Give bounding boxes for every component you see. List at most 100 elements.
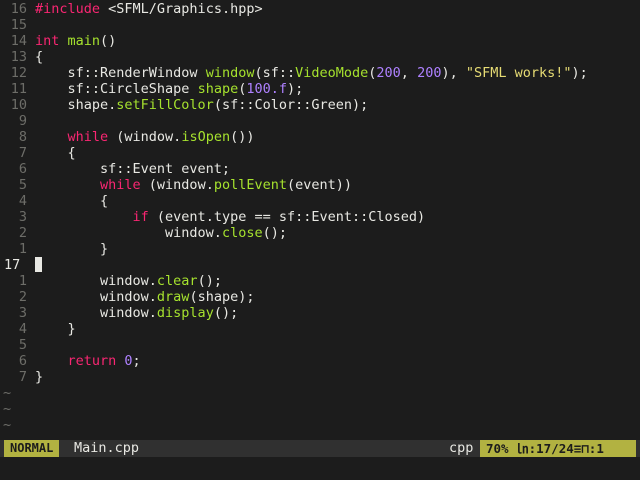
- code-text: shape.setFillColor(sf::Color::Green);: [35, 97, 369, 113]
- code-text: window.close();: [35, 225, 287, 241]
- code-line[interactable]: 12 sf::RenderWindow window(sf::VideoMode…: [0, 65, 640, 81]
- code-token: setFillColor: [116, 97, 214, 113]
- line-number: 5: [18, 337, 27, 353]
- line-number: 3: [18, 305, 27, 321]
- code-token: 200: [417, 65, 442, 81]
- code-token: );: [571, 65, 588, 81]
- line-number: 7: [18, 145, 27, 161]
- line-number: 6: [18, 161, 27, 177]
- code-text: window.clear();: [35, 273, 222, 289]
- code-token: (event.type == sf::Event::Closed): [156, 209, 426, 225]
- line-number: 8: [18, 129, 27, 145]
- code-line[interactable]: 5: [0, 337, 640, 353]
- code-token: "SFML works!": [465, 65, 572, 81]
- code-token: 0: [124, 353, 133, 369]
- code-line[interactable]: 4 }: [0, 321, 640, 337]
- code-line[interactable]: 15: [0, 17, 640, 33]
- code-line[interactable]: 11 sf::CircleShape shape(100.f);: [0, 81, 640, 97]
- code-line[interactable]: 5 while (window.pollEvent(event)): [0, 177, 640, 193]
- code-text: sf::Event event;: [35, 161, 230, 177]
- code-text: window.display();: [35, 305, 238, 321]
- code-text: if (event.type == sf::Event::Closed): [35, 209, 426, 225]
- code-line[interactable]: 9: [0, 113, 640, 129]
- code-line[interactable]: 2 window.close();: [0, 225, 640, 241]
- code-token: ,: [400, 65, 418, 81]
- code-line[interactable]: 6 sf::Event event;: [0, 161, 640, 177]
- status-line: NORMAL Main.cpp cpp 70% ㏑:17/24≡⊓:1: [0, 440, 640, 457]
- code-text: {: [35, 145, 76, 161]
- code-text: sf::RenderWindow window(sf::VideoMode(20…: [35, 65, 588, 81]
- code-token: window.: [35, 273, 157, 289]
- code-text: int main(): [35, 33, 116, 49]
- code-line[interactable]: 3 if (event.type == sf::Event::Closed): [0, 209, 640, 225]
- code-token: sf::Event event;: [35, 161, 231, 177]
- code-token: }: [35, 241, 109, 257]
- code-token: (): [100, 33, 117, 49]
- code-token: clear: [156, 273, 198, 289]
- line-number: 2: [18, 289, 27, 305]
- line-number: 5: [18, 177, 27, 193]
- code-text: window.draw(shape);: [35, 289, 254, 305]
- code-token: );: [286, 81, 304, 97]
- line-number: 6: [18, 353, 27, 369]
- code-token: shape.: [35, 97, 117, 113]
- code-token: (window.: [148, 177, 214, 193]
- code-token: 100.f: [246, 81, 287, 97]
- code-line[interactable]: 4 {: [0, 193, 640, 209]
- line-number: 14: [10, 33, 27, 49]
- code-token: draw: [156, 289, 190, 305]
- code-token: if: [35, 209, 157, 225]
- code-token: window.: [35, 289, 157, 305]
- text-cursor: [35, 257, 42, 272]
- code-line[interactable]: 13 {: [0, 49, 640, 65]
- code-token: {: [35, 145, 76, 161]
- code-token: (event)): [286, 177, 353, 193]
- code-line[interactable]: 7 {: [0, 145, 640, 161]
- code-token: (sf::Color::Green);: [213, 97, 369, 113]
- code-token: display: [156, 305, 214, 321]
- line-number: 16: [10, 1, 27, 17]
- code-token: window.: [35, 305, 157, 321]
- code-line[interactable]: 3 window.display();: [0, 305, 640, 321]
- code-text: }: [35, 321, 76, 337]
- code-line[interactable]: 10 shape.setFillColor(sf::Color::Green);: [0, 97, 640, 113]
- line-number: 15: [10, 17, 27, 33]
- line-number: 7: [18, 369, 27, 385]
- current-line[interactable]: 17: [0, 257, 640, 273]
- code-line[interactable]: 1 window.clear();: [0, 273, 640, 289]
- code-line[interactable]: 6 return 0;: [0, 353, 640, 369]
- empty-buffer-line: ~: [0, 417, 640, 433]
- code-token: (window.: [116, 129, 182, 145]
- code-token: window.: [35, 225, 222, 241]
- tilde-marker: ~: [3, 385, 12, 401]
- code-editor[interactable]: 16 #include <SFML/Graphics.hpp> 15 14 int ma…: [0, 0, 640, 438]
- code-line[interactable]: 2 window.draw(shape);: [0, 289, 640, 305]
- empty-buffer-line: ~: [0, 385, 640, 401]
- code-line[interactable]: 16 #include <SFML/Graphics.hpp>: [0, 1, 640, 17]
- code-token: return: [35, 353, 125, 369]
- code-token: (shape);: [189, 289, 255, 305]
- code-line[interactable]: 1 }: [0, 241, 640, 257]
- code-token: int: [35, 33, 68, 49]
- code-line[interactable]: 14 int main(): [0, 33, 640, 49]
- code-text: while (window.isOpen()): [35, 129, 255, 145]
- code-line[interactable]: 8 while (window.isOpen()): [0, 129, 640, 145]
- cursor-position: 70% ㏑:17/24≡⊓:1: [480, 440, 636, 457]
- line-number: 3: [18, 209, 27, 225]
- line-number: 11: [10, 81, 27, 97]
- line-number: 17: [4, 257, 21, 273]
- code-token: shape: [197, 81, 239, 97]
- code-token: ();: [213, 305, 239, 321]
- code-line[interactable]: 7}: [0, 369, 640, 385]
- file-name: Main.cpp: [74, 440, 140, 456]
- code-text: {: [35, 193, 108, 209]
- code-token: sf::CircleShape: [35, 81, 198, 97]
- command-line[interactable]: [0, 458, 640, 478]
- line-number: 9: [18, 113, 27, 129]
- code-token: ),: [441, 65, 466, 81]
- line-number: 10: [10, 97, 27, 113]
- code-token: close: [221, 225, 263, 241]
- code-text: {: [35, 49, 43, 65]
- code-token: window: [205, 65, 255, 81]
- code-token: }: [35, 369, 44, 385]
